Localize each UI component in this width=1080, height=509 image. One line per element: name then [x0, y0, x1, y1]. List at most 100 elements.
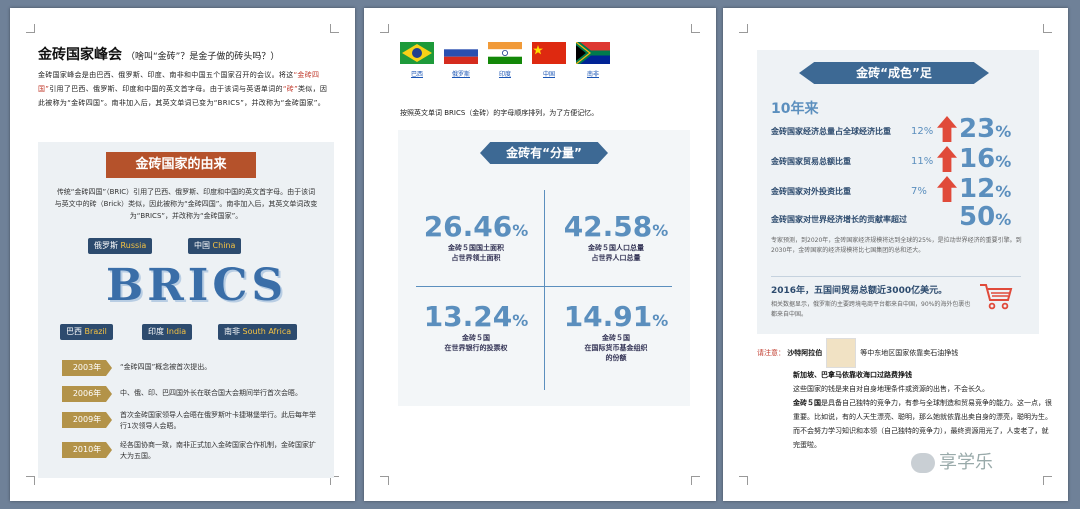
page-title: 金砖国家峰会 （啥叫“金砖”？是金子做的砖头吗？） [38, 44, 279, 64]
flag-label-link[interactable]: 中国 [532, 69, 566, 78]
shopping-cart-icon [979, 282, 1013, 310]
country-en: South Africa [242, 327, 292, 336]
stat-percent: % [652, 311, 669, 330]
note-line: 新加坡、巴拿马依靠收海口过路费挣钱 [793, 371, 912, 379]
stat-population: 42.58% 金砖５国人口总量 占世界人口总量 [548, 210, 684, 263]
stat-label: 金砖５国 [602, 334, 630, 342]
flag-label-link[interactable]: 巴西 [400, 69, 434, 78]
india-flag-icon [488, 42, 522, 64]
note-label: 请注意： [757, 349, 785, 357]
up-arrow-icon [937, 146, 957, 172]
quality-banner: 金砖“成色”足 [799, 62, 989, 84]
growth-row: 金砖国家对世界经济增长的贡献率超过 50% [771, 202, 1031, 234]
timeline-text: 首次金砖国家领导人会晤在俄罗斯叶卡捷琳堡举行。此后每年举行1次领导人会晤。 [120, 411, 316, 430]
timeline-item: 2009年 首次金砖国家领导人会晤在俄罗斯叶卡捷琳堡举行。此后每年举行1次领导人会… [62, 410, 322, 432]
stat-percent: % [512, 221, 529, 240]
timeline-item: 2003年 “金砖四国”概念被首次提出。 [62, 358, 322, 380]
para-text: 引用了巴西、俄罗斯、印度和中国的英文首字母。由于该词与英语单词的 [49, 85, 283, 93]
country-en: Russia [120, 241, 147, 250]
note-bold: 金砖５国 [793, 399, 821, 407]
watermark: 享学乐 [911, 448, 993, 474]
weight-infographic: 金砖有“分量” 26.46% 金砖５国国土面积 占世界领土面积 42.58% 金… [398, 130, 690, 406]
growth-from: 11% [911, 156, 934, 167]
growth-row: 金砖国家经济总量占全球经济比重 12% 23% [771, 114, 1031, 146]
stat-percent: % [652, 221, 669, 240]
intro-paragraph: 金砖国家峰会是由巴西、俄罗斯、印度、南非和中国五个国家召开的会议。将这“金砖四国… [38, 68, 328, 110]
country-zh: 中国 [194, 241, 210, 250]
stat-label: 在世界银行的投票权 [444, 344, 508, 352]
weight-banner: 金砖有“分量” [480, 142, 608, 164]
country-tag-south-africa: 南非 South Africa [218, 324, 298, 340]
flag-label-link[interactable]: 印度 [488, 69, 522, 78]
timeline-year: 2010年 [62, 442, 112, 458]
stat-label: 金砖５国人口总量 [588, 244, 644, 252]
para-highlight: “砖” [282, 85, 298, 93]
divider-horizontal [416, 286, 672, 287]
note-name: 沙特阿拉伯 [787, 349, 823, 357]
para-text: 金砖国家峰会是由巴西、俄罗斯、印度、南非和中国五个国家召开的会议。将这 [38, 71, 294, 79]
growth-to: 16 [959, 144, 996, 174]
page-corner-mark [330, 24, 339, 33]
brics-wordmark: BRICS [106, 260, 288, 311]
up-arrow-icon [937, 176, 957, 202]
wechat-icon [911, 453, 935, 473]
growth-percent: % [995, 122, 1012, 141]
growth-from: 7% [911, 186, 927, 197]
page-corner-mark [691, 476, 700, 485]
stat-territory: 26.46% 金砖５国国土面积 占世界领土面积 [408, 210, 544, 263]
stat-number: 26.46 [423, 210, 513, 243]
page-corner-mark [691, 24, 700, 33]
page-corner-mark [380, 476, 389, 485]
country-tag-china: 中国 China [188, 238, 242, 254]
flag-label-link[interactable]: 俄罗斯 [444, 69, 478, 78]
flag-order-note: 按照英文单词 BRICS（金砖）的字母顺序排列，为了方便记忆。 [400, 109, 599, 117]
page-corner-mark [26, 476, 35, 485]
timeline-item: 2006年 中、俄、印、巴四国外长在联合国大会期间举行首次会晤。 [62, 384, 322, 406]
country-zh: 巴西 [66, 327, 82, 336]
growth-label: 金砖国家对世界经济增长的贡献率超过 [771, 215, 907, 224]
title-subtitle: （啥叫“金砖”？是金子做的砖头吗？） [126, 52, 280, 62]
note-line: 这些国家的钱是来自对自身地理条件或资源的出售，不会长久。 [793, 385, 989, 393]
timeline-text: “金砖四国”概念被首次提出。 [120, 363, 212, 371]
divider-vertical [544, 190, 545, 390]
country-zh: 俄罗斯 [94, 241, 118, 250]
growth-percent: % [995, 182, 1012, 201]
document-page-1: 金砖国家峰会 （啥叫“金砖”？是金子做的砖头吗？） 金砖国家峰会是由巴西、俄罗斯、… [10, 8, 355, 501]
stat-label: 金砖５国国土面积 [448, 244, 504, 252]
note-line: 等中东地区国家依靠卖石油挣钱 [860, 349, 959, 357]
notes-paragraph: 请注意： 沙特阿拉伯 等中东地区国家依靠卖石油挣钱 新加坡、巴拿马依靠收海口过路费… [757, 338, 1053, 452]
title-text: 金砖国家峰会 [38, 47, 122, 63]
decade-heading: 10年来 [771, 101, 819, 117]
stat-number: 42.58 [563, 210, 653, 243]
stat-imf: 14.91% 金砖５国 在国际货币基金组织 的份额 [548, 300, 684, 363]
timeline-year: 2003年 [62, 360, 112, 376]
stat-label: 占世界人口总量 [591, 254, 641, 262]
timeline-text: 中、俄、印、巴四国外长在联合国大会期间举行首次会晤。 [120, 389, 302, 397]
country-en: China [212, 241, 236, 250]
watermark-text: 享学乐 [939, 452, 993, 473]
stat-label: 占世界领土面积 [451, 254, 501, 262]
country-zh: 印度 [148, 327, 164, 336]
growth-label: 金砖国家对外投资比重 [771, 187, 851, 196]
country-en: Brazil [84, 327, 107, 336]
growth-row: 金砖国家贸易总额比重 11% 16% [771, 144, 1031, 176]
stat-label: 的份额 [605, 354, 627, 362]
stat-number: 14.91 [563, 300, 653, 333]
growth-percent: % [995, 210, 1012, 229]
stat-world-bank: 13.24% 金砖５国 在世界银行的投票权 [408, 300, 544, 353]
sheikh-avatar [826, 338, 857, 368]
document-page-3: 金砖“成色”足 10年来 金砖国家经济总量占全球经济比重 12% 23% 金砖国… [723, 8, 1068, 501]
growth-label: 金砖国家贸易总额比重 [771, 157, 851, 166]
document-page-2: 巴西 俄罗斯 印度 中国 南非 按照英文单词 BRICS（金砖）的字母顺序排列，… [364, 8, 716, 501]
stat-label: 金砖５国 [462, 334, 490, 342]
origin-banner: 金砖国家的由来 [96, 152, 266, 178]
flag-label-link[interactable]: 南非 [576, 69, 610, 78]
russia-flag-icon [444, 42, 478, 64]
stat-number: 13.24 [423, 300, 513, 333]
growth-to: 23 [959, 114, 996, 144]
page-corner-mark [380, 24, 389, 33]
south-africa-flag-icon [574, 40, 610, 66]
page-corner-mark [739, 24, 748, 33]
page-corner-mark [1043, 24, 1052, 33]
trade-detail: 相关数据显示，俄罗斯的主要跨境电商平台都来自中国，90%的海外包裹也都来自中国。 [771, 301, 971, 318]
